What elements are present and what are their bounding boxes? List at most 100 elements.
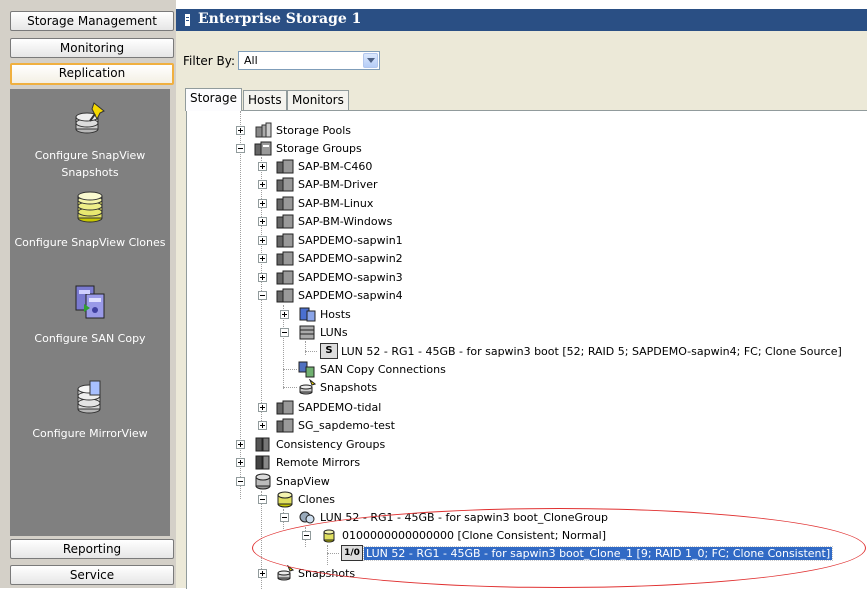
storage-pool-icon	[255, 122, 272, 138]
expand-icon[interactable]	[236, 458, 245, 467]
task-label: Configure SAN Copy	[34, 332, 146, 345]
tree-label: SAPDEMO-sapwin2	[298, 252, 403, 265]
storage-group-icon	[276, 251, 294, 266]
tree-label: SG_sapdemo-test	[298, 419, 395, 432]
clone-config-icon	[77, 191, 103, 223]
storage-group-icon	[276, 196, 294, 211]
tree-label: LUN 52 - RG1 - 45GB - for sapwin3 boot_C…	[320, 511, 609, 524]
tree-label: SAP-BM-Linux	[298, 197, 374, 210]
collapse-icon[interactable]	[258, 495, 267, 504]
expand-icon[interactable]	[280, 310, 289, 319]
storage-group-icon	[276, 159, 294, 174]
page-title: Enterprise Storage 1	[198, 11, 362, 27]
task-label: Configure SnapView Clones	[14, 236, 166, 249]
tree-label: Hosts	[320, 308, 351, 321]
lun-group-icon	[299, 325, 315, 340]
storage-tree[interactable]: Storage Pools Storage Groups SAP-BM-C460…	[186, 110, 867, 589]
task-configure-mirrorview[interactable]: Configure MirrorView	[10, 377, 170, 442]
expand-icon[interactable]	[258, 273, 267, 282]
window-title-bar: Enterprise Storage 1	[176, 9, 867, 31]
collapse-icon[interactable]	[236, 144, 245, 153]
nav-monitoring-button[interactable]: Monitoring	[10, 38, 174, 58]
san-copy-connection-icon	[298, 361, 315, 378]
tree-label: SAP-BM-C460	[298, 160, 373, 173]
storage-group-icon	[276, 288, 294, 303]
tree-label: LUN 52 - RG1 - 45GB - for sapwin3 boot […	[341, 345, 842, 358]
host-icon	[299, 307, 316, 322]
nav-storage-management-button[interactable]: Storage Management	[10, 11, 174, 31]
collapse-icon[interactable]	[258, 291, 267, 300]
tree-label: Storage Pools	[276, 124, 352, 137]
mirrorview-icon	[77, 380, 101, 414]
nav-service-button[interactable]: Service	[10, 565, 174, 585]
expand-icon[interactable]	[258, 180, 267, 189]
storage-group-icon	[276, 233, 294, 248]
expand-icon[interactable]	[258, 421, 267, 430]
tree-label: Snapshots	[320, 381, 378, 394]
tree-label: SAN Copy Connections	[320, 363, 446, 376]
filter-dropdown[interactable]: All	[238, 51, 380, 70]
clones-icon	[277, 491, 293, 508]
expand-icon[interactable]	[236, 126, 245, 135]
storage-group-icon	[276, 270, 294, 285]
task-label: Configure MirrorView	[32, 427, 148, 440]
expand-icon[interactable]	[258, 199, 267, 208]
snapshot-config-icon	[75, 102, 105, 134]
filter-value: All	[244, 54, 258, 67]
clone-lun-icon: 1/0	[341, 545, 363, 561]
collapse-icon[interactable]	[236, 477, 245, 486]
tab-hosts[interactable]: Hosts	[243, 90, 287, 110]
expand-icon[interactable]	[258, 162, 267, 171]
remote-mirror-icon	[255, 455, 270, 470]
chevron-down-icon[interactable]	[363, 53, 378, 68]
collapse-icon[interactable]	[280, 513, 289, 522]
tree-label: 0100000000000000 [Clone Consistent; Norm…	[342, 529, 607, 542]
storage-group-icon	[254, 141, 272, 156]
snapshot-icon	[299, 379, 316, 395]
collapse-icon[interactable]	[302, 531, 311, 540]
clone-icon	[323, 529, 335, 543]
tree-label: Storage Groups	[276, 142, 362, 155]
san-copy-icon	[75, 285, 105, 319]
tab-storage[interactable]: Storage	[185, 88, 242, 111]
tree-label: Consistency Groups	[276, 438, 386, 451]
task-configure-snapview-clones[interactable]: Configure SnapView Clones	[10, 188, 170, 251]
tree-label: SnapView	[276, 475, 330, 488]
tree-label: LUNs	[320, 326, 348, 339]
task-configure-snapview-snapshots[interactable]: Configure SnapView Snapshots	[10, 99, 170, 181]
expand-icon[interactable]	[258, 403, 267, 412]
tree-label: SAPDEMO-tidal	[298, 401, 382, 414]
collapse-icon[interactable]	[280, 328, 289, 337]
tree-label: SAPDEMO-sapwin1	[298, 234, 403, 247]
filter-label: Filter By:	[183, 54, 236, 68]
expand-icon[interactable]	[258, 236, 267, 245]
consistency-group-icon	[255, 437, 270, 452]
replication-task-panel: Configure SnapView Snapshots Configure S…	[10, 89, 170, 536]
tree-label: Remote Mirrors	[276, 456, 361, 469]
nav-replication-button[interactable]: Replication	[10, 63, 174, 85]
clone-group-icon	[299, 511, 315, 524]
task-label: Configure SnapView Snapshots	[34, 149, 146, 179]
tab-monitors[interactable]: Monitors	[287, 90, 349, 110]
tree-label-selected: LUN 52 - RG1 - 45GB - for sapwin3 boot_C…	[362, 546, 834, 561]
navigation-pane: Storage Management Monitoring Replicatio…	[0, 0, 176, 588]
storage-group-icon	[276, 418, 294, 433]
filter-toolbar: Filter By: All	[176, 31, 867, 88]
task-configure-san-copy[interactable]: Configure SAN Copy	[10, 282, 170, 347]
snapview-icon	[255, 473, 271, 490]
tree-label: SAP-BM-Windows	[298, 215, 393, 228]
tree-label: Clones	[298, 493, 335, 506]
expand-icon[interactable]	[258, 217, 267, 226]
nav-reporting-button[interactable]: Reporting	[10, 539, 174, 559]
storage-group-icon	[276, 400, 294, 415]
expand-icon[interactable]	[258, 254, 267, 263]
expand-icon[interactable]	[258, 569, 267, 578]
tree-label: SAP-BM-Driver	[298, 178, 378, 191]
tree-label: SAPDEMO-sapwin3	[298, 271, 403, 284]
lun-icon: S	[320, 343, 338, 359]
storage-group-icon	[276, 214, 294, 229]
tree-label: SAPDEMO-sapwin4	[298, 289, 403, 302]
tree-label: Snapshots	[298, 567, 356, 580]
snapshot-icon	[277, 565, 294, 581]
expand-icon[interactable]	[236, 440, 245, 449]
